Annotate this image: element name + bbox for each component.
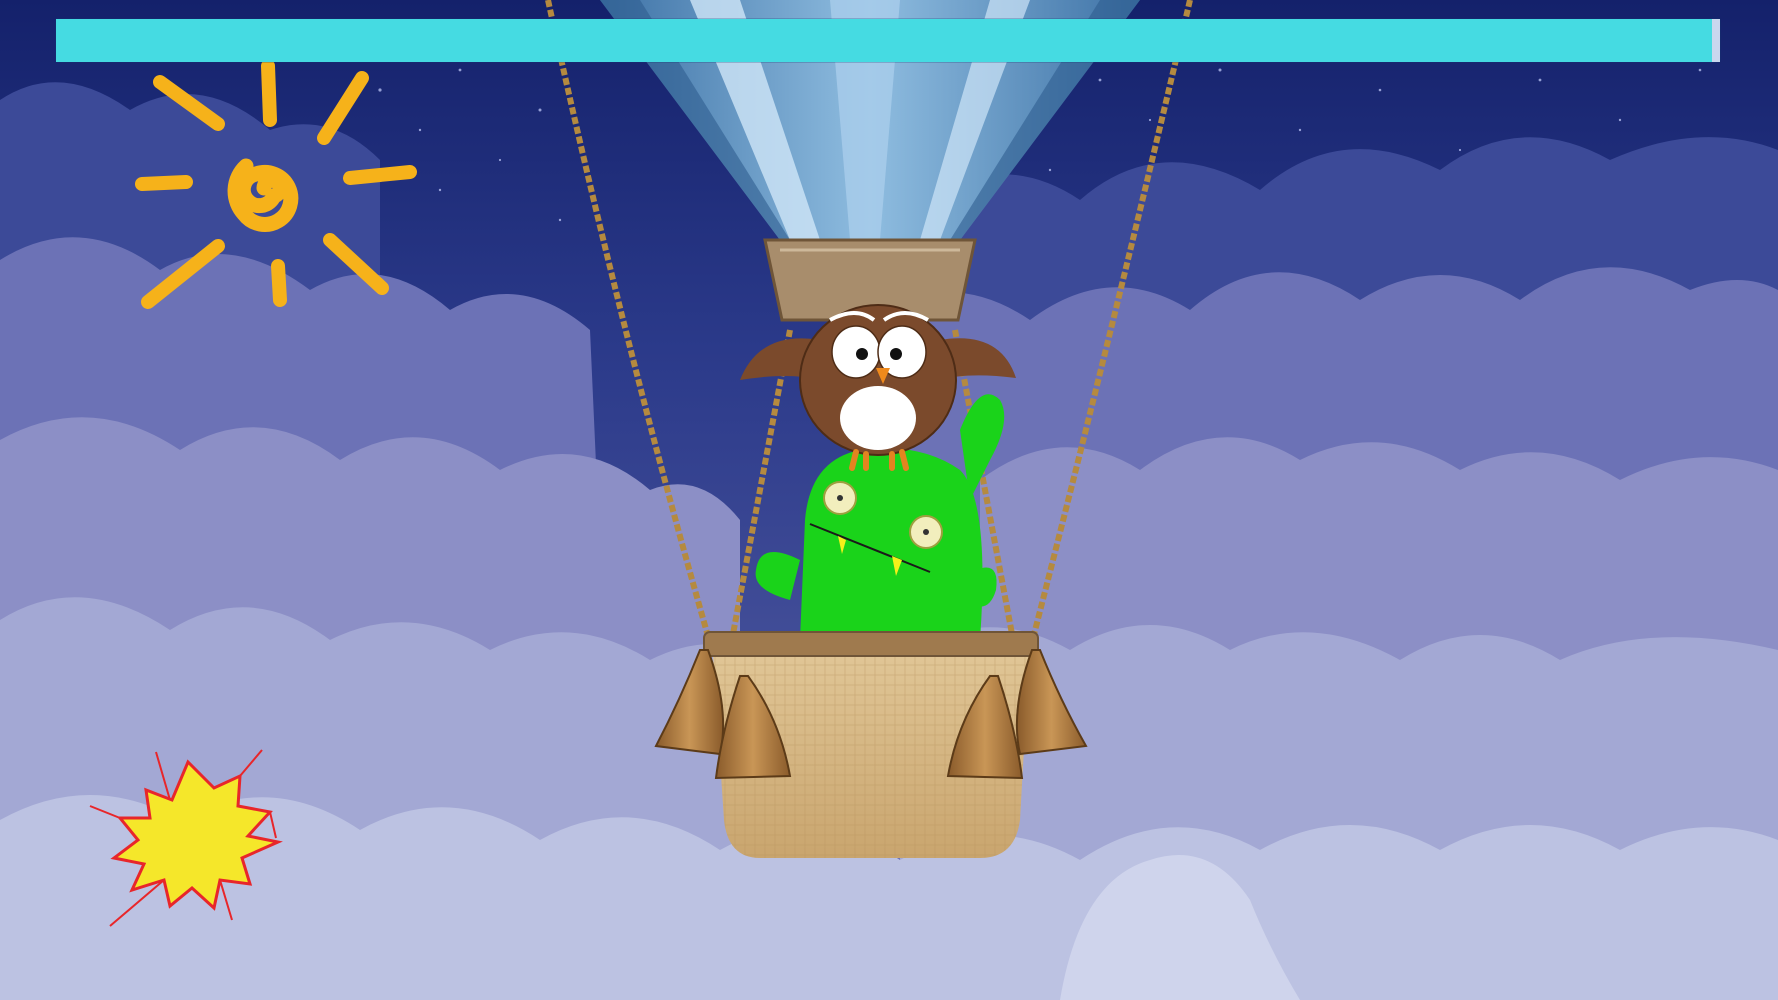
progress-bar-fill: [56, 19, 1712, 62]
progress-bar: [56, 19, 1720, 62]
game-stage[interactable]: [0, 0, 1778, 1000]
progress-bar-end-cap: [1712, 19, 1720, 62]
game-scene: [0, 0, 1778, 1000]
